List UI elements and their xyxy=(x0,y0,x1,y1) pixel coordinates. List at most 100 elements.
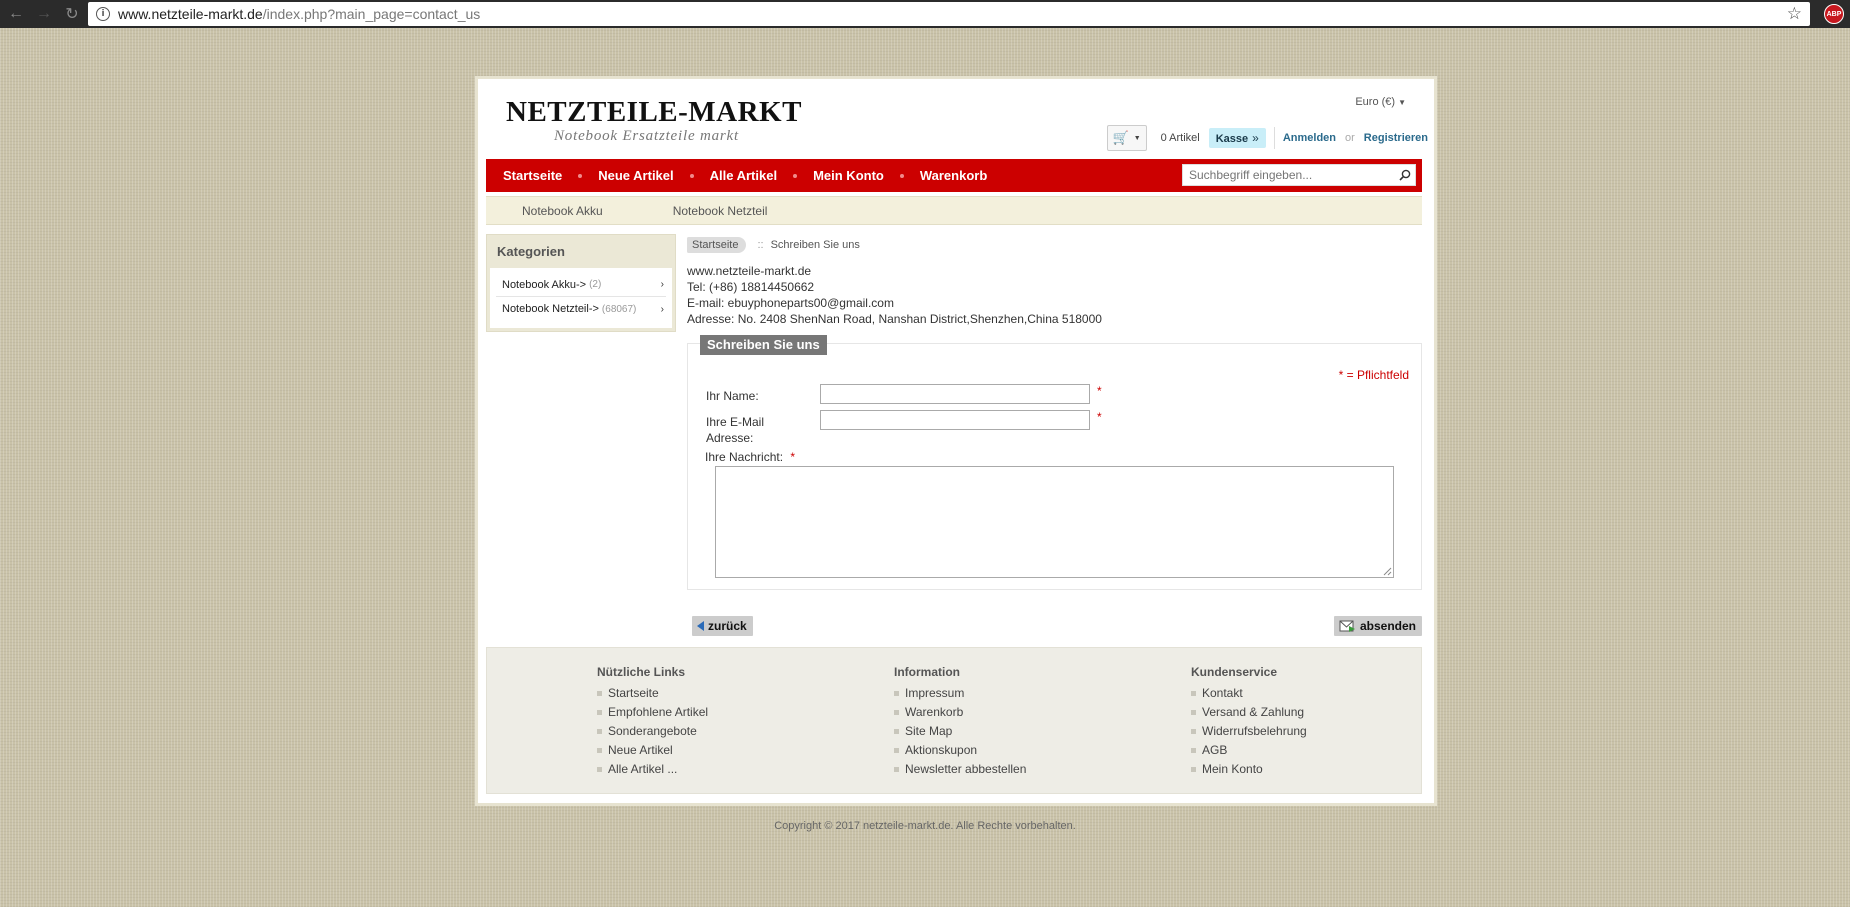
chevron-right-icon: › xyxy=(660,279,664,290)
breadcrumb-separator: :: xyxy=(757,239,764,251)
address-street: Adresse: No. 2408 ShenNan Road, Nanshan … xyxy=(687,312,1102,326)
category-item-notebook-netzteil[interactable]: Notebook Netzteil-> (68067) › xyxy=(496,297,666,321)
browser-toolbar: ← → ↻ i www.netzteile-markt.de/index.php… xyxy=(0,0,1850,28)
back-arrow-icon[interactable]: ← xyxy=(4,2,28,26)
name-input[interactable] xyxy=(820,384,1090,404)
checkout-label: Kasse xyxy=(1215,133,1249,145)
email-label: Ihre E-Mail Adresse: xyxy=(706,414,764,446)
footer-link[interactable]: Alle Artikel ... xyxy=(597,760,708,779)
send-button[interactable]: absenden xyxy=(1333,616,1422,636)
divider xyxy=(1273,127,1275,149)
chevron-down-icon: ▼ xyxy=(1133,134,1141,142)
footer-column-title: Nützliche Links xyxy=(597,665,686,679)
breadcrumb: Startseite :: Schreiben Sie uns xyxy=(687,237,860,253)
email-label-line2: Adresse: xyxy=(706,431,754,445)
footer-link[interactable]: Versand & Zahlung xyxy=(1191,703,1307,722)
nav-item-neue-artikel[interactable]: Neue Artikel xyxy=(598,168,673,183)
info-icon[interactable]: i xyxy=(96,7,110,21)
category-count: (68067) xyxy=(601,303,637,315)
footer-link[interactable]: Widerrufsbelehrung xyxy=(1191,722,1307,741)
subnav-item-notebook-akku[interactable]: Notebook Akku xyxy=(522,204,603,218)
category-list: Notebook Akku-> (2) › Notebook Netzteil-… xyxy=(490,268,672,328)
breadcrumb-home[interactable]: Startseite xyxy=(687,237,747,253)
cart-count[interactable]: 0 Artikel xyxy=(1161,132,1200,144)
name-label: Ihr Name: xyxy=(706,389,759,403)
footer-column-title: Information xyxy=(894,665,960,679)
footer-link[interactable]: Site Map xyxy=(894,722,1026,741)
send-mail-icon xyxy=(1339,619,1356,633)
footer-column-title: Kundenservice xyxy=(1191,665,1278,679)
required-asterisk: * xyxy=(1097,410,1102,424)
message-label-text: Ihre Nachricht: xyxy=(705,450,784,464)
email-label-line1: Ihre E-Mail xyxy=(706,415,765,429)
address-website: www.netzteile-markt.de xyxy=(687,264,812,278)
address-phone: Tel: (+86) 18814450662 xyxy=(687,280,815,294)
address-email: E-mail: ebuyphoneparts00@gmail.com xyxy=(687,296,894,310)
footer-column-information: Information Impressum Warenkorb Site Map… xyxy=(894,665,1026,779)
chevron-down-icon: ▼ xyxy=(1398,98,1406,107)
register-link[interactable]: Registrieren xyxy=(1364,132,1428,144)
store-address: www.netzteile-markt.de Tel: (+86) 188144… xyxy=(687,263,1102,327)
header-account-bar: 🛒 ▼ 0 Artikel Kasse» Anmelden or Registr… xyxy=(1106,125,1428,151)
form-legend: Schreiben Sie uns xyxy=(700,335,827,355)
chevron-right-icon: › xyxy=(660,303,664,315)
currency-selector[interactable]: Euro (€) ▼ xyxy=(1355,96,1406,108)
login-link[interactable]: Anmelden xyxy=(1283,132,1336,144)
address-bar[interactable]: i www.netzteile-markt.de/index.php?main_… xyxy=(88,2,1810,26)
footer-column-customer-service: Kundenservice Kontakt Versand & Zahlung … xyxy=(1191,665,1307,779)
copyright-text: Copyright © 2017 netzteile-markt.de. All… xyxy=(774,820,1076,832)
nav-separator xyxy=(578,173,583,178)
nav-separator xyxy=(899,173,904,178)
bookmark-star-icon[interactable]: ☆ xyxy=(1787,4,1802,24)
footer-link[interactable]: AGB xyxy=(1191,741,1307,760)
subnav-item-notebook-netzteil[interactable]: Notebook Netzteil xyxy=(673,204,768,218)
footer-link[interactable]: Sonderangebote xyxy=(597,722,708,741)
nav-item-mein-konto[interactable]: Mein Konto xyxy=(813,168,884,183)
nav-item-warenkorb[interactable]: Warenkorb xyxy=(920,168,987,183)
footer-link[interactable]: Newsletter abbestellen xyxy=(894,760,1026,779)
sidebar-title: Kategorien xyxy=(497,244,565,259)
site-footer: Nützliche Links Startseite Empfohlene Ar… xyxy=(486,647,1422,794)
contact-form: Schreiben Sie uns * = Pflichtfeld Ihr Na… xyxy=(687,335,1422,590)
currency-label: Euro (€) xyxy=(1355,96,1396,108)
footer-link[interactable]: Startseite xyxy=(597,684,708,703)
required-note: * = Pflichtfeld xyxy=(1338,368,1409,382)
nav-separator xyxy=(793,173,798,178)
message-textarea[interactable] xyxy=(715,466,1394,578)
category-item-notebook-akku[interactable]: Notebook Akku-> (2) › xyxy=(496,273,666,297)
search-input[interactable] xyxy=(1183,165,1395,185)
cart-dropdown-button[interactable]: 🛒 ▼ xyxy=(1106,125,1147,151)
nav-item-alle-artikel[interactable]: Alle Artikel xyxy=(710,168,777,183)
email-input[interactable] xyxy=(820,410,1090,430)
search-icon[interactable] xyxy=(1395,165,1415,185)
category-label: Notebook Netzteil-> xyxy=(502,303,599,315)
footer-link[interactable]: Neue Artikel xyxy=(597,741,708,760)
url-host: www.netzteile-markt.de xyxy=(118,6,263,22)
footer-link[interactable]: Mein Konto xyxy=(1191,760,1307,779)
send-button-label: absenden xyxy=(1359,619,1416,633)
footer-link[interactable]: Aktionskupon xyxy=(894,741,1026,760)
reload-icon[interactable]: ↻ xyxy=(60,2,84,26)
checkout-button[interactable]: Kasse» xyxy=(1208,128,1266,148)
footer-link[interactable]: Impressum xyxy=(894,684,1026,703)
footer-link[interactable]: Kontakt xyxy=(1191,684,1307,703)
footer-link[interactable]: Empfohlene Artikel xyxy=(597,703,708,722)
required-asterisk: * xyxy=(790,450,796,464)
double-chevron-right-icon: » xyxy=(1252,131,1259,145)
breadcrumb-current: Schreiben Sie uns xyxy=(770,239,860,251)
footer-column-useful-links: Nützliche Links Startseite Empfohlene Ar… xyxy=(597,665,708,779)
resize-handle-icon[interactable] xyxy=(1383,567,1392,576)
page-wrapper: NETZTEILE-MARKT Notebook Ersatzteile mar… xyxy=(475,76,1437,806)
forward-arrow-icon[interactable]: → xyxy=(32,2,56,26)
footer-link[interactable]: Warenkorb xyxy=(894,703,1026,722)
back-button[interactable]: zurück xyxy=(692,616,753,636)
nav-item-startseite[interactable]: Startseite xyxy=(503,168,562,183)
site-logo[interactable]: NETZTEILE-MARKT xyxy=(506,96,802,129)
main-nav: Startseite Neue Artikel Alle Artikel Mei… xyxy=(486,159,1422,192)
nav-separator xyxy=(689,173,694,178)
category-subnav: Notebook Akku Notebook Netzteil xyxy=(486,196,1422,225)
required-asterisk: * xyxy=(1097,384,1102,398)
back-arrow-icon xyxy=(697,621,704,631)
site-tagline: Notebook Ersatzteile markt xyxy=(554,128,739,144)
adblock-icon[interactable]: ABP xyxy=(1824,4,1844,24)
